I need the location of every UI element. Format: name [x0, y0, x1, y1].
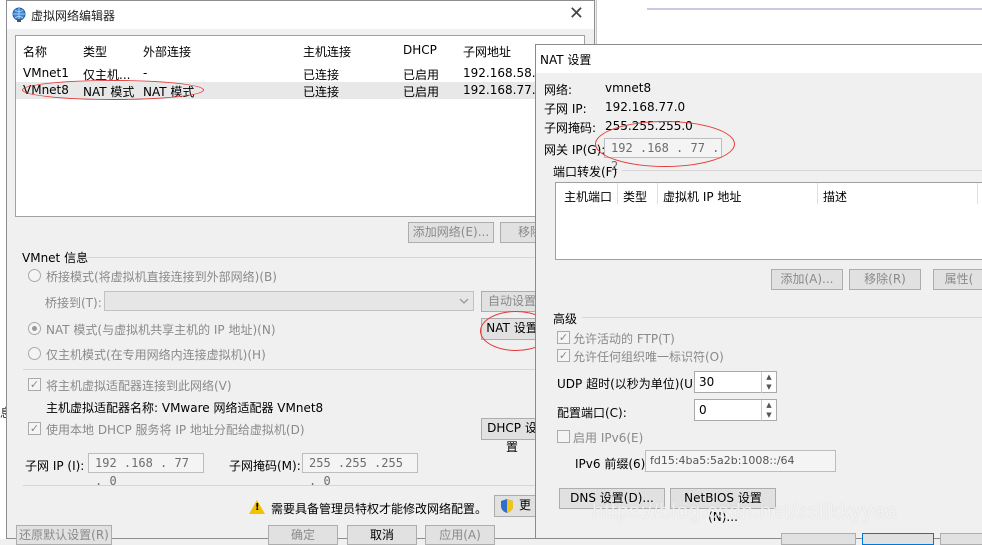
- row-cell-external: -: [143, 66, 148, 80]
- nat-settings-dialog: NAT 设置 网络: vmnet8 子网 IP: 192.168.77.0 子网…: [535, 44, 982, 545]
- use-dhcp-checkbox[interactable]: ✓: [28, 422, 41, 435]
- annotation-ellipse-gateway: [595, 121, 735, 167]
- advanced-label: 高级: [553, 312, 578, 326]
- pf-col-host-port[interactable]: 主机端口: [564, 188, 612, 205]
- auto-settings-button[interactable]: 自动设置: [481, 291, 543, 312]
- config-port-input[interactable]: 0 ▲ ▼: [694, 399, 777, 421]
- network-value: vmnet8: [605, 81, 652, 95]
- bridged-to-combo[interactable]: [104, 291, 474, 311]
- dialog-title: NAT 设置: [540, 53, 592, 67]
- ok-button[interactable]: 确定: [268, 525, 338, 545]
- row-cell-subnet: 192.168.58.0: [463, 66, 544, 80]
- ok-button-partial[interactable]: [781, 533, 856, 545]
- row-cell-subnet: 192.168.77.0: [463, 83, 544, 97]
- window-title: 虚拟网络编辑器: [31, 9, 116, 23]
- background-window-top: [596, 0, 982, 44]
- row-cell-dhcp: 已启用: [403, 85, 440, 99]
- col-header-subnet[interactable]: 子网地址: [463, 43, 511, 60]
- virtual-network-editor-window: 虚拟网络编辑器 ✕ 名称 类型 外部连接 主机连接 DHCP 子网地址 VMne…: [6, 0, 595, 545]
- cancel-button-partial[interactable]: [862, 533, 934, 545]
- pf-properties-button[interactable]: 属性(: [933, 269, 982, 290]
- allow-ftp-checkbox[interactable]: ✓: [557, 331, 570, 344]
- row-cell-dhcp: 已启用: [403, 68, 440, 82]
- change-settings-label: 更: [519, 498, 532, 512]
- col-header-dhcp[interactable]: DHCP: [403, 43, 437, 57]
- network-label: 网络:: [544, 83, 573, 97]
- enable-ipv6-checkbox[interactable]: [557, 430, 570, 443]
- group-divider: [23, 369, 539, 370]
- pf-remove-button[interactable]: 移除(R): [849, 269, 921, 290]
- udp-timeout-label: UDP 超时(以秒为单位)(U):: [557, 377, 702, 391]
- port-forwarding-table[interactable]: 主机端口 类型 虚拟机 IP 地址 描述: [555, 182, 982, 260]
- row-cell-host: 已连接: [303, 68, 340, 82]
- subnet-mask-input[interactable]: 255 .255 .255 . 0: [302, 453, 418, 488]
- adapter-name-text: 主机虚拟适配器名称: VMware 网络适配器 VMnet8: [46, 401, 324, 415]
- connect-adapter-checkbox[interactable]: ✓: [28, 378, 41, 391]
- chevron-down-icon: [459, 298, 469, 304]
- nat-mode-radio[interactable]: [28, 322, 41, 335]
- restore-defaults-button[interactable]: 还原默认设置(R): [16, 525, 112, 545]
- bridged-to-label: 桥接到(T):: [45, 296, 102, 310]
- subnet-ip-label: 子网 IP:: [544, 102, 587, 116]
- pf-col-vm-ip[interactable]: 虚拟机 IP 地址: [663, 188, 741, 205]
- spinner-down-icon[interactable]: ▼: [761, 382, 776, 393]
- subnet-mask-label: 子网掩码:: [544, 121, 597, 135]
- subnet-mask-label: 子网掩码(M):: [229, 459, 301, 473]
- help-button-partial[interactable]: [940, 533, 982, 545]
- udp-timeout-value: 30: [699, 375, 715, 389]
- udp-timeout-input[interactable]: 30 ▲ ▼: [694, 371, 777, 393]
- row-cell-name: VMnet1: [23, 66, 69, 80]
- admin-warning-text: 需要具备管理员特权才能修改网络配置。: [271, 502, 488, 516]
- ipv6-prefix-input[interactable]: fd15:4ba5:5a2b:1008::/64: [645, 450, 836, 472]
- pf-col-type[interactable]: 类型: [623, 188, 647, 205]
- network-list[interactable]: 名称 类型 外部连接 主机连接 DHCP 子网地址 VMnet1 仅主机... …: [15, 35, 585, 217]
- title-bar: NAT 设置: [536, 45, 982, 73]
- network-globe-icon: [12, 7, 26, 22]
- row-cell-host: 已连接: [303, 85, 340, 99]
- enable-ipv6-label: 启用 IPv6(E): [573, 431, 644, 445]
- subnet-ip-value: 192.168.77.0: [605, 100, 686, 114]
- cancel-button[interactable]: 取消: [347, 525, 417, 545]
- col-header-host[interactable]: 主机连接: [303, 43, 351, 60]
- use-dhcp-label: 使用本地 DHCP 服务将 IP 地址分配给虚拟机(D): [46, 423, 305, 437]
- group-divider: [23, 485, 539, 486]
- spinner-down-icon[interactable]: ▼: [761, 410, 776, 421]
- close-icon[interactable]: ✕: [569, 4, 584, 24]
- col-header-external[interactable]: 外部连接: [143, 43, 191, 60]
- ipv6-prefix-label: IPv6 前缀(6):: [575, 457, 650, 471]
- title-bar: 虚拟网络编辑器 ✕: [7, 1, 594, 29]
- pf-add-button[interactable]: 添加(A)...: [771, 269, 843, 290]
- subnet-ip-input[interactable]: 192 .168 . 77 . 0: [88, 453, 204, 488]
- nat-mode-label: NAT 模式(与虚拟机共享主机的 IP 地址)(N): [46, 323, 276, 337]
- host-only-label: 仅主机模式(在专用网络内连接虚拟机)(H): [46, 348, 266, 362]
- group-divider: [622, 170, 982, 171]
- table-row[interactable]: VMnet1 仅主机... - 已连接 已启用 192.168.58.0: [16, 65, 584, 82]
- connect-adapter-label: 将主机虚拟适配器连接到此网络(V): [46, 379, 232, 393]
- allow-ftp-label: 允许活动的 FTP(T): [573, 332, 675, 346]
- config-port-label: 配置端口(C):: [557, 406, 627, 420]
- bridged-mode-label: 桥接模式(将虚拟机直接连接到外部网络)(B): [46, 270, 277, 284]
- bridged-mode-radio[interactable]: [28, 269, 41, 282]
- port-forwarding-label: 端口转发(F): [553, 165, 618, 179]
- apply-button[interactable]: 应用(A): [425, 525, 495, 545]
- dhcp-settings-button[interactable]: DHCP 设置: [481, 418, 543, 454]
- watermark-text: https://blog.csdn.net/ssllkkyyaa: [592, 500, 898, 523]
- group-divider: [582, 317, 982, 318]
- host-only-radio[interactable]: [28, 347, 41, 360]
- subnet-ip-label: 子网 IP (I):: [25, 459, 85, 473]
- add-network-button[interactable]: 添加网络(E)...: [408, 222, 494, 243]
- config-port-value: 0: [699, 403, 707, 417]
- annotation-ellipse-vmnet8: [22, 80, 204, 100]
- group-divider: [79, 257, 539, 258]
- pf-col-description[interactable]: 描述: [823, 188, 847, 205]
- col-header-type[interactable]: 类型: [83, 43, 107, 60]
- admin-shield-icon: [501, 499, 513, 513]
- col-header-name[interactable]: 名称: [23, 43, 47, 60]
- allow-uuid-checkbox[interactable]: ✓: [557, 349, 570, 362]
- allow-uuid-label: 允许任何组织唯一标识符(O): [573, 350, 724, 364]
